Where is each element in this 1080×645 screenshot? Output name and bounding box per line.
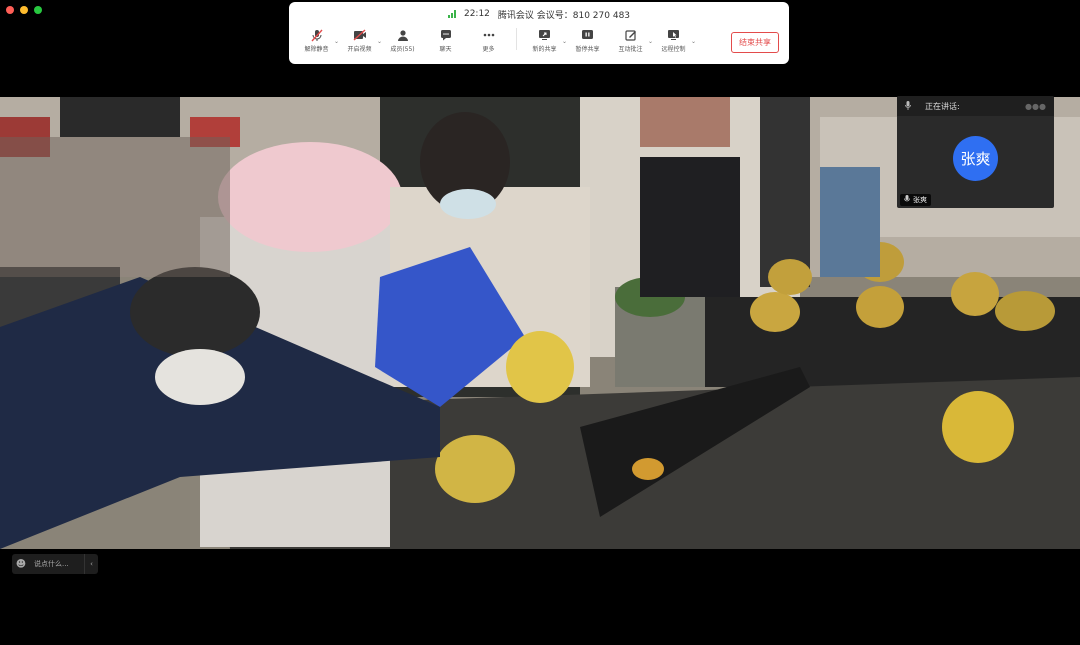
meeting-info: 22:12 腾讯会议 会议号：810 270 483 [289,7,789,21]
user-icon [396,28,410,42]
more-dots-icon [482,28,496,42]
chat-placeholder[interactable]: 说点什么... [30,559,84,569]
toolbar-divider [516,28,517,50]
annotate-pen-icon [624,28,638,42]
more-label: 更多 [482,46,495,53]
speaker-name: 张爽 [913,196,927,204]
speaker-header: 正在讲话: ●●● [897,96,1054,116]
chevron-left-icon[interactable]: ‹ [84,554,98,574]
annotate-button[interactable]: 互动批注 ⌄ [609,28,653,53]
chat-button[interactable]: 聊天 [424,28,467,53]
active-speaker-panel: 正在讲话: ●●● 张爽 张爽 [897,96,1054,208]
chat-label: 聊天 [439,46,452,53]
emoji-icon[interactable]: ☻ [12,559,30,570]
panel-options-icon[interactable]: ●●● [1025,102,1046,111]
avatar: 张爽 [953,136,998,181]
camera-off-icon [353,28,367,42]
annotate-label: 互动批注 [618,46,643,53]
share-screen-icon [538,28,552,42]
window-controls [6,6,42,14]
signal-icon [447,10,456,18]
new-share-button[interactable]: 新的共享 ⌄ [523,28,567,53]
chat-input-bar[interactable]: ☻ 说点什么... ‹ [12,554,98,574]
microphone-icon [904,195,910,205]
speaking-title: 正在讲话: [925,101,960,111]
microphone-muted-icon [310,28,324,42]
speaking-mic-icon [905,100,911,112]
chevron-down-icon[interactable]: ⌄ [691,38,696,45]
remote-control-icon [667,28,681,42]
maximize-window-icon[interactable] [34,6,42,14]
pause-share-button[interactable]: 暂停共享 [566,28,609,53]
remote-control-label: 远程控制 [661,46,686,53]
start-video-button[interactable]: 开启视频 ⌄ [338,28,382,53]
more-button[interactable]: 更多 [467,28,510,53]
share-toolbar: 22:12 腾讯会议 会议号：810 270 483 解除静音 ⌄ 开启视频 ⌄… [289,2,789,64]
pause-share-label: 暂停共享 [575,46,600,53]
members-button[interactable]: 成员(55) [381,28,424,53]
members-label: 成员(55) [390,46,415,53]
remote-control-button[interactable]: 远程控制 ⌄ [652,28,696,53]
end-share-button[interactable]: 结束共享 [731,32,779,53]
meeting-time: 22:12 [463,9,490,19]
meeting-label: 腾讯会议 会议号：810 270 483 [497,10,631,21]
close-window-icon[interactable] [6,6,14,14]
speaker-name-tag: 张爽 [900,194,931,206]
unmute-label: 解除静音 [304,46,329,53]
start-video-label: 开启视频 [347,46,372,53]
chat-bubble-icon [439,28,453,42]
minimize-window-icon[interactable] [20,6,28,14]
new-share-label: 新的共享 [532,46,557,53]
pause-icon [581,28,595,42]
unmute-button[interactable]: 解除静音 ⌄ [295,28,339,53]
